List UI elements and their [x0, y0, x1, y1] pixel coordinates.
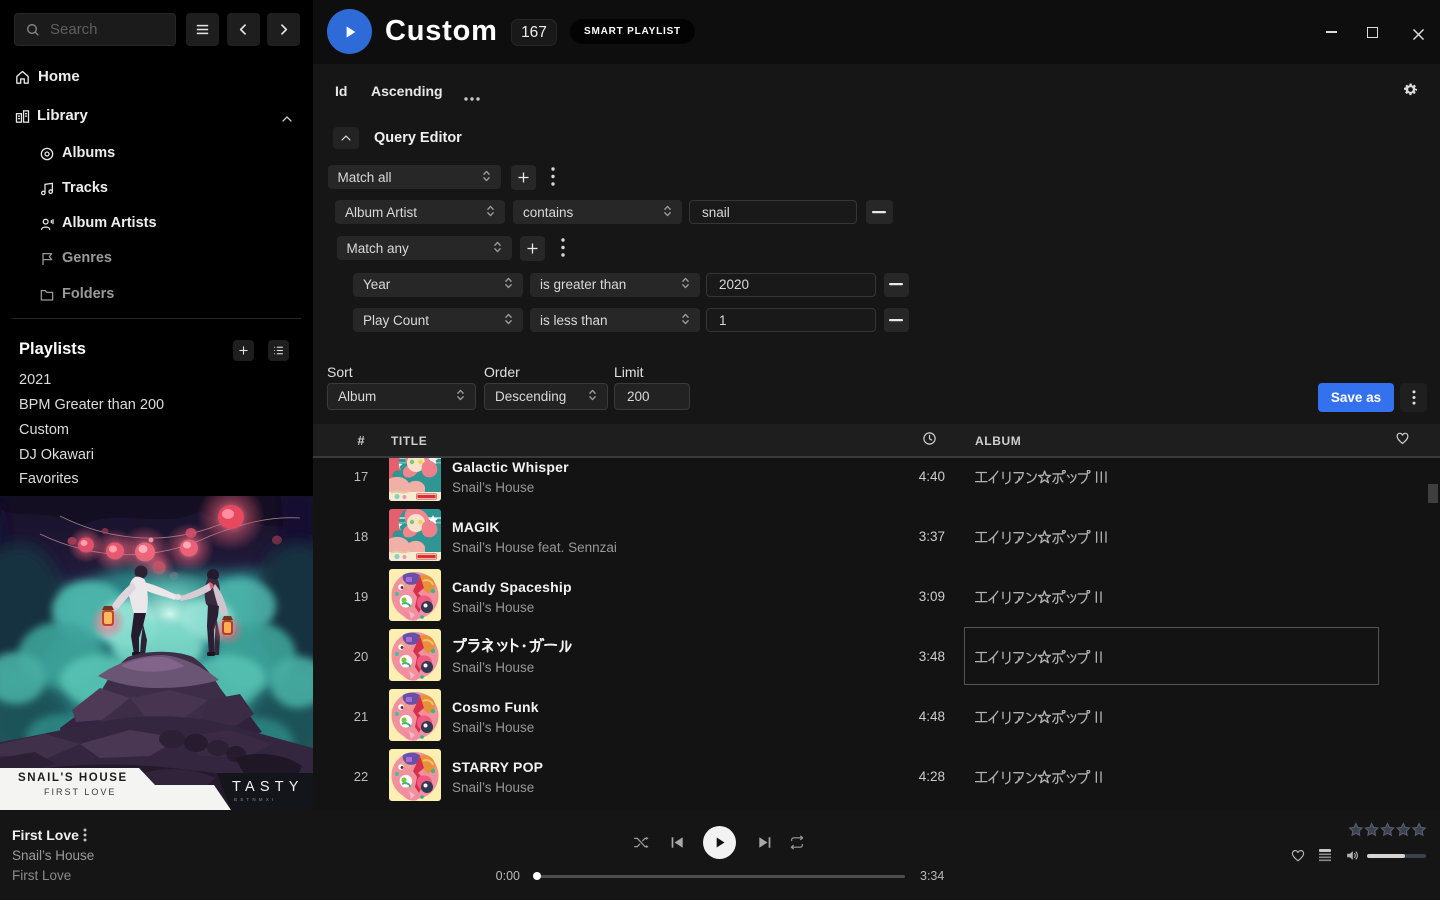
svg-text:FIRST LOVE: FIRST LOVE — [44, 787, 116, 797]
svg-text:SNAIL'S HOUSE: SNAIL'S HOUSE — [18, 772, 128, 784]
svg-text:BSTNMXI: BSTNMXI — [234, 797, 276, 802]
svg-text:TASTY: TASTY — [232, 779, 304, 795]
